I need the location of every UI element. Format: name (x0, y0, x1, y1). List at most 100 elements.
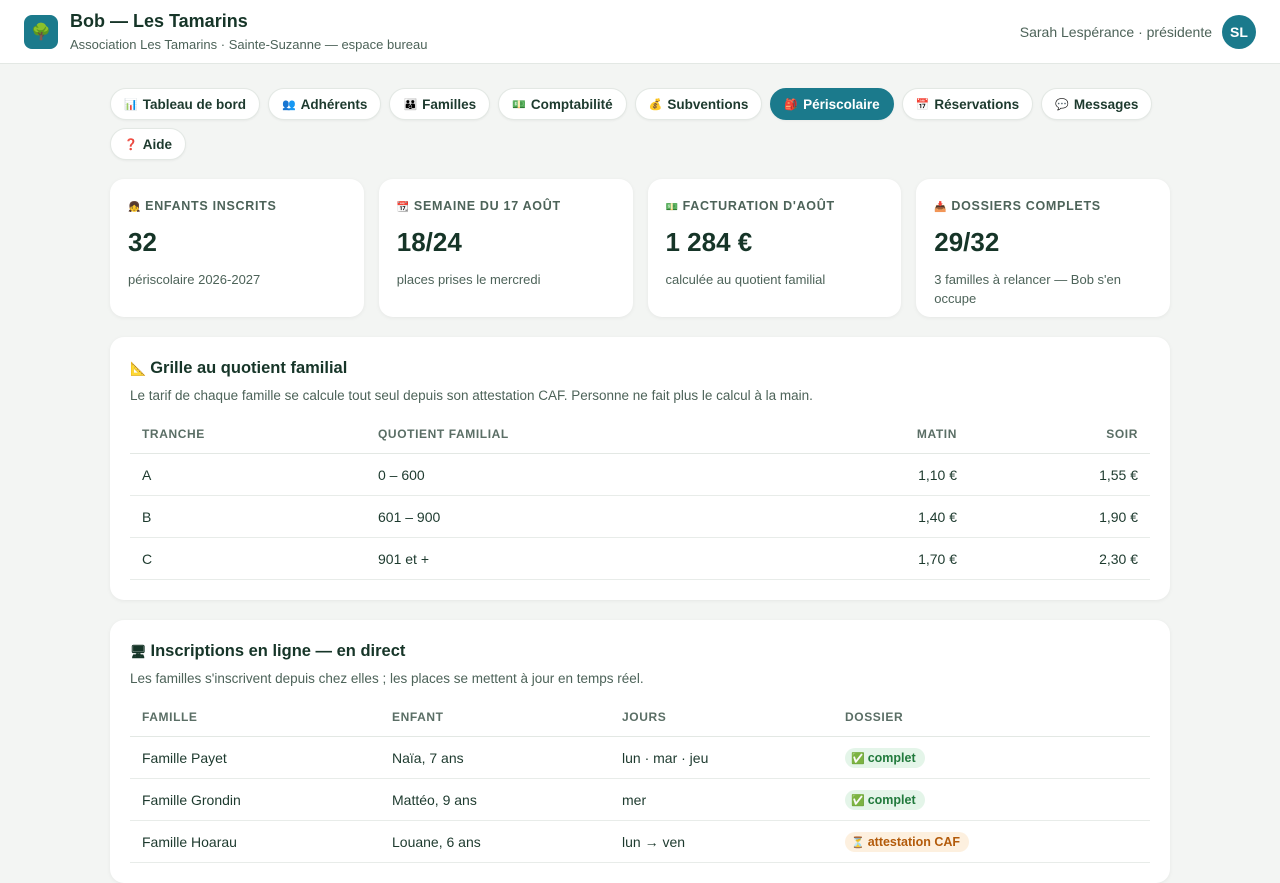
chart-icon: 📊 (124, 97, 138, 111)
status-badge: ⏳ attestation CAF (845, 831, 970, 852)
days: lun → ven (610, 820, 833, 863)
column-header: Matin (769, 427, 969, 454)
tab-label: Comptabilité (530, 96, 613, 112)
stats-row: 👧 Enfants inscrits 32 périscolaire 2026-2… (110, 179, 1170, 317)
table-cell: 1,90 € (969, 495, 1150, 538)
stat-label-text: Enfants inscrits (145, 199, 277, 213)
table-cell: 1,55 € (969, 453, 1150, 496)
column-header: Famille (130, 710, 380, 737)
tab-label: Messages (1073, 96, 1139, 112)
card-title-text: Inscriptions en ligne — en direct (150, 642, 406, 660)
family-icon: 👪 (403, 97, 418, 111)
stat-sub: places prises le mercredi (396, 272, 541, 287)
table-row[interactable]: Famille Hoarau Louane, 6 ans lun → ven ⏳… (130, 820, 1150, 863)
tab-label: Tableau de bord (142, 96, 246, 112)
card-description: Les familles s'inscrivent depuis chez el… (130, 671, 644, 686)
tree-logo-icon[interactable]: 🌳 (24, 14, 58, 49)
table-row[interactable]: Famille Grondin Mattéo, 9 ans mer ✅ compl… (130, 778, 1150, 821)
child-name: Louane, 6 ans (380, 820, 610, 863)
table-cell: 2,30 € (969, 537, 1150, 580)
status-text: attestation CAF (867, 834, 961, 849)
avatar[interactable]: SL (1222, 15, 1256, 49)
ruler-icon: 📐 (130, 362, 147, 377)
tab-aide[interactable]: ❓ Aide (110, 128, 186, 160)
table-row: B 601 – 900 1,40 € 1,90 € (130, 495, 1150, 538)
speech-bubble-icon: 💬 (1055, 97, 1069, 111)
table-cell: 1,10 € (769, 453, 969, 496)
stat-value: 18/24 (396, 227, 462, 257)
banknote-icon: 💵 (665, 202, 679, 213)
top-bar: 🌳 Bob — Les Tamarins Association Les Tam… (0, 0, 1280, 64)
table-cell: A (130, 453, 366, 496)
family-name: Famille Grondin (130, 778, 380, 821)
stat-value: 1 284 € (665, 227, 753, 257)
stat-value: 29/32 (934, 227, 1000, 257)
tab-periscolaire[interactable]: 🎒 Périscolaire (770, 88, 894, 120)
stat-card-semaine: 📆 Semaine du 17 août 18/24 places prises … (378, 179, 633, 317)
tab-subventions[interactable]: 💰 Subventions (634, 88, 763, 120)
tab-label: Aide (142, 136, 172, 152)
tab-adherents[interactable]: 👥 Adhérents (267, 88, 382, 120)
tab-comptabilite[interactable]: 💵 Comptabilité (498, 88, 627, 120)
stat-sub: 3 familles à relancer — Bob s'en occupe (934, 272, 1121, 306)
status-text: complet (867, 750, 916, 765)
column-header: Enfant (380, 710, 610, 737)
card-title: 🖥 Inscriptions en ligne — en direct (130, 642, 1150, 661)
column-header: Quotient familial (366, 427, 769, 454)
status-text: complet (867, 792, 916, 807)
tab-tableau-de-bord[interactable]: 📊 Tableau de bord (110, 88, 260, 120)
tariff-table: Tranche Quotient familial Matin Soir A 0… (130, 427, 1150, 580)
monitor-icon: 🖥 (130, 645, 147, 660)
brand: Bob — Les Tamarins Association Les Tamar… (70, 11, 427, 52)
column-header: Soir (969, 427, 1150, 454)
tariff-grid-card: 📐 Grille au quotient familial Le tarif de… (110, 337, 1170, 600)
tab-label: Réservations (934, 96, 1020, 112)
column-header: Dossier (833, 710, 1150, 737)
signups-card: 🖥 Inscriptions en ligne — en direct Les f… (110, 620, 1170, 883)
table-cell: C (130, 537, 366, 580)
table-cell: B (130, 495, 366, 538)
card-description: Le tarif de chaque famille se calcule to… (130, 388, 813, 403)
table-cell: 1,40 € (769, 495, 969, 538)
stat-label: 👧 Enfants inscrits (128, 199, 346, 213)
stat-label: 💵 Facturation d'août (666, 199, 884, 213)
tab-messages[interactable]: 💬 Messages (1041, 88, 1153, 120)
days: mer (610, 778, 833, 821)
tab-familles[interactable]: 👪 Familles (389, 88, 491, 120)
table-header-row: Famille Enfant Jours Dossier (130, 710, 1150, 737)
tab-label: Adhérents (300, 96, 368, 112)
file-status: ⏳ attestation CAF (833, 820, 1150, 863)
child-name: Naïa, 7 ans (380, 736, 610, 779)
tab-label: Subventions (667, 96, 749, 112)
stat-label-text: Dossiers complets (951, 199, 1101, 213)
banknote-icon: 💵 (512, 97, 526, 111)
column-header: Tranche (130, 427, 366, 454)
app-title: Bob — Les Tamarins (70, 11, 248, 31)
calendar-icon: 📅 (915, 97, 930, 111)
question-mark-icon: ❓ (124, 137, 138, 151)
user-menu[interactable]: Sarah Lespérance · présidente SL (1020, 15, 1256, 49)
stat-card-dossiers: 📥 Dossiers complets 29/32 3 familles à re… (916, 179, 1170, 317)
money-bag-icon: 💰 (648, 97, 663, 111)
tab-reservations[interactable]: 📅 Réservations (901, 88, 1034, 120)
backpack-icon: 🎒 (784, 97, 799, 111)
check-icon: ✅ (851, 751, 865, 765)
stat-card-enfants: 👧 Enfants inscrits 32 périscolaire 2026-2… (110, 179, 364, 317)
stat-value: 32 (128, 227, 157, 257)
table-header-row: Tranche Quotient familial Matin Soir (130, 427, 1150, 454)
column-header: Jours (610, 710, 833, 737)
table-row[interactable]: Famille Payet Naïa, 7 ans lun · mar · je… (130, 736, 1150, 779)
table-row: A 0 – 600 1,10 € 1,55 € (130, 453, 1150, 496)
tab-label: Périscolaire (803, 96, 880, 112)
status-badge: ✅ complet (845, 789, 925, 810)
stat-sub: calculée au quotient familial (665, 272, 826, 287)
file-status: ✅ complet (833, 778, 1150, 821)
child-name: Mattéo, 9 ans (380, 778, 610, 821)
table-row: C 901 et + 1,70 € 2,30 € (130, 537, 1150, 580)
status-badge: ✅ complet (845, 747, 925, 768)
people-icon: 👥 (281, 97, 296, 111)
stat-card-facturation: 💵 Facturation d'août 1 284 € calculée au … (647, 179, 902, 317)
tab-label: Familles (422, 96, 477, 112)
stat-label-text: Semaine du 17 août (413, 199, 561, 213)
stat-label: 📥 Dossiers complets (934, 199, 1152, 213)
